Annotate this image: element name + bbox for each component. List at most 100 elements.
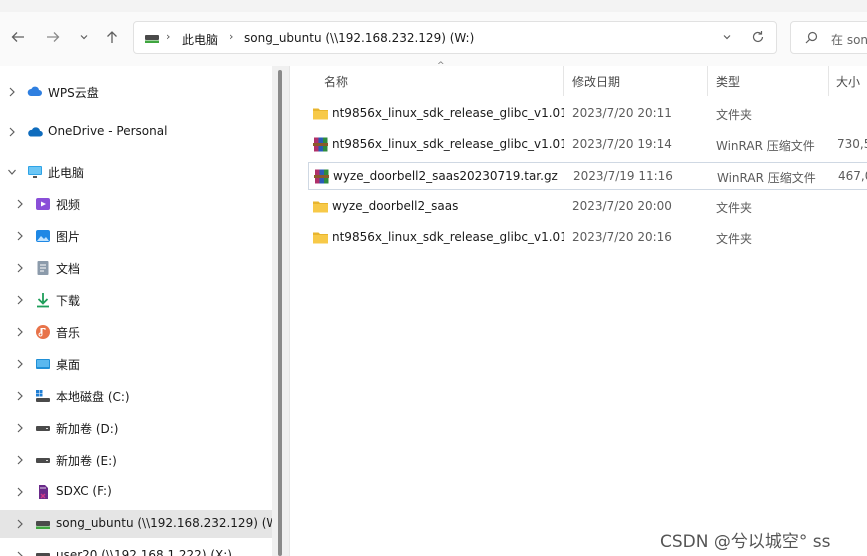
desktop-icon <box>36 359 50 369</box>
sidebar-item-onedrive[interactable]: OneDrive - Personal <box>0 118 272 146</box>
file-list-pane: ^ 名称 修改日期 类型 大小 nt9856x_linux_sdk_releas… <box>290 61 867 556</box>
sidebar-item-user20-x[interactable]: user20 (\\192.168.1.222) (X:) <box>0 542 272 556</box>
file-date: 2023/7/20 19:14 <box>572 137 672 151</box>
sidebar-item-wps-cloud[interactable]: WPS云盘 <box>0 78 272 106</box>
sidebar-item-label: 新加卷 (D:) <box>56 422 119 436</box>
file-date: 2023/7/20 20:11 <box>572 106 672 120</box>
chevron-right-icon[interactable] <box>14 485 26 499</box>
sidebar-item-drive-d[interactable]: 新加卷 (D:) <box>0 414 272 442</box>
network-drive-icon <box>36 553 50 556</box>
sidebar-item-label: OneDrive - Personal <box>48 124 168 138</box>
scrollbar-thumb[interactable] <box>278 70 282 556</box>
search-box[interactable]: 在 song <box>790 21 867 54</box>
sidebar-item-label: 下载 <box>56 294 81 308</box>
file-name: nt9856x_linux_sdk_release_glibc_v1.01... <box>332 106 564 120</box>
column-separator[interactable] <box>828 66 829 96</box>
chevron-right-icon[interactable] <box>14 229 26 243</box>
sidebar-item-videos[interactable]: 视频 <box>0 190 272 218</box>
arrow-right-icon <box>47 32 60 42</box>
file-type: WinRAR 压缩文件 <box>717 171 816 185</box>
chevron-right-icon[interactable] <box>14 293 26 307</box>
forward-button[interactable] <box>42 26 64 48</box>
file-row[interactable]: nt9856x_linux_sdk_release_glibc_v1.01...… <box>308 131 867 159</box>
chevron-down-icon[interactable] <box>6 165 18 179</box>
chevron-right-icon[interactable] <box>6 125 18 139</box>
chevron-right-icon[interactable] <box>14 517 26 531</box>
arrow-left-icon <box>11 32 24 42</box>
chevron-right-icon[interactable] <box>14 197 26 211</box>
sidebar-item-label: 视频 <box>56 198 81 212</box>
folder-icon <box>313 108 328 120</box>
column-header-type[interactable]: 类型 <box>716 73 740 90</box>
download-icon <box>37 293 49 308</box>
local-disk-icon <box>36 390 50 402</box>
file-row[interactable]: nt9856x_linux_sdk_release_glibc_v1.01...… <box>308 100 867 128</box>
address-bar[interactable]: › 此电脑 › song_ubuntu (\\192.168.232.129) … <box>133 21 777 54</box>
sidebar-item-label: 本地磁盘 (C:) <box>56 390 130 404</box>
sidebar-item-label: 新加卷 (E:) <box>56 454 117 468</box>
breadcrumb-current-folder[interactable]: song_ubuntu (\\192.168.232.129) (W:) <box>244 31 474 45</box>
sidebar-item-documents[interactable]: 文档 <box>0 254 272 282</box>
sidebar-item-song-ubuntu-w[interactable]: song_ubuntu (\\192.168.232.129) (W:) <box>0 510 286 538</box>
chevron-right-icon[interactable] <box>14 357 26 371</box>
sidebar-item-label: 桌面 <box>56 358 81 372</box>
sidebar-item-label: 图片 <box>56 230 81 244</box>
search-placeholder: 在 song <box>831 33 867 47</box>
folder-icon <box>313 201 328 213</box>
refresh-icon[interactable] <box>751 30 765 44</box>
breadcrumb-separator: › <box>166 30 171 43</box>
chevron-right-icon[interactable] <box>14 261 26 275</box>
search-icon <box>805 31 818 44</box>
file-name: wyze_doorbell2_saas <box>332 199 459 213</box>
file-name: wyze_doorbell2_saas20230719.tar.gz <box>333 169 558 183</box>
window-top-strip <box>0 0 867 12</box>
sidebar-item-local-disk-c[interactable]: 本地磁盘 (C:) <box>0 382 272 410</box>
sidebar-item-label: user20 (\\192.168.1.222) (X:) <box>56 548 232 556</box>
file-row[interactable]: nt9856x_linux_sdk_release_glibc_v1.01...… <box>308 224 867 252</box>
chevron-right-icon[interactable] <box>14 453 26 467</box>
chevron-down-icon[interactable] <box>721 31 733 43</box>
sidebar-item-label: 此电脑 <box>48 166 85 180</box>
file-row[interactable]: wyze_doorbell2_saas 2023/7/20 20:00 文件夹 <box>308 193 867 221</box>
navigation-pane: WPS云盘 OneDrive - Personal 此电脑 视频 图片 文档 下… <box>0 66 286 556</box>
sidebar-item-sdxc-f[interactable]: SDXC (F:) <box>0 478 272 506</box>
sidebar-item-music[interactable]: 音乐 <box>0 318 272 346</box>
music-icon <box>36 325 50 339</box>
chevron-down-icon <box>80 35 88 40</box>
sidebar-scrollbar[interactable] <box>272 66 289 556</box>
watermark-text: CSDN @兮以城空° ss <box>660 532 831 552</box>
column-header-name[interactable]: 名称 <box>324 73 348 90</box>
column-header-date[interactable]: 修改日期 <box>572 73 620 90</box>
sidebar-item-pictures[interactable]: 图片 <box>0 222 272 250</box>
file-type: 文件夹 <box>716 108 753 122</box>
computer-icon <box>28 166 42 178</box>
chevron-right-icon[interactable] <box>14 421 26 435</box>
winrar-archive-icon <box>313 137 328 152</box>
up-button[interactable] <box>101 26 123 48</box>
recent-locations-button[interactable] <box>73 26 95 48</box>
file-size: 467,0 <box>838 169 867 183</box>
chevron-right-icon[interactable] <box>6 85 18 99</box>
file-name: nt9856x_linux_sdk_release_glibc_v1.01... <box>332 137 564 151</box>
sidebar-item-label: 文档 <box>56 262 81 276</box>
file-row[interactable]: wyze_doorbell2_saas20230719.tar.gz 2023/… <box>308 162 867 190</box>
network-drive-icon <box>145 35 159 43</box>
video-icon <box>36 198 50 210</box>
file-date: 2023/7/20 20:16 <box>572 230 672 244</box>
sidebar-item-this-pc[interactable]: 此电脑 <box>0 158 272 186</box>
pictures-icon <box>36 230 50 242</box>
back-button[interactable] <box>7 26 29 48</box>
column-separator[interactable] <box>563 66 564 96</box>
sidebar-item-drive-e[interactable]: 新加卷 (E:) <box>0 446 272 474</box>
chevron-right-icon[interactable] <box>14 325 26 339</box>
file-type: WinRAR 压缩文件 <box>716 139 815 153</box>
sidebar-item-downloads[interactable]: 下载 <box>0 286 272 314</box>
sidebar-item-desktop[interactable]: 桌面 <box>0 350 272 378</box>
column-separator[interactable] <box>707 66 708 96</box>
breadcrumb-this-pc[interactable]: 此电脑 <box>182 31 218 48</box>
chevron-right-icon[interactable] <box>14 389 26 403</box>
breadcrumb-separator: › <box>229 30 234 43</box>
chevron-right-icon[interactable] <box>14 549 26 556</box>
sidebar-item-label: song_ubuntu (\\192.168.232.129) (W:) <box>56 516 287 530</box>
column-header-size[interactable]: 大小 <box>836 73 860 90</box>
